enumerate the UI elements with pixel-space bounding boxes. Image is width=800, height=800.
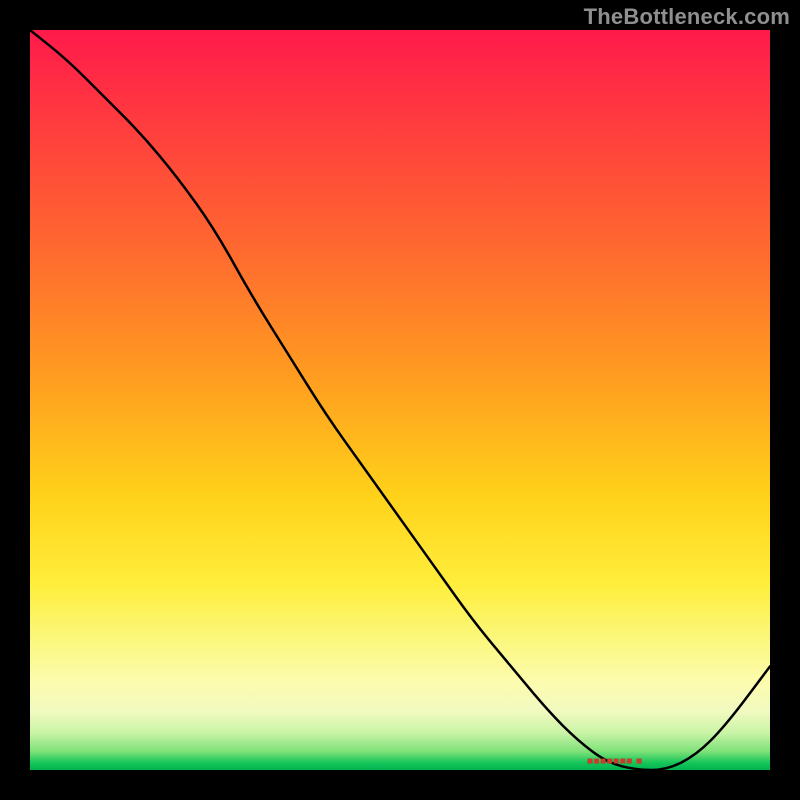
x-tick-label: ■■■■■■■ ■	[587, 756, 643, 767]
attribution-text: TheBottleneck.com	[584, 4, 790, 30]
chart-frame: TheBottleneck.com ■■■■■■■ ■	[0, 0, 800, 800]
plot-area: ■■■■■■■ ■	[30, 30, 770, 770]
line-layer	[30, 30, 770, 770]
bottleneck-curve	[30, 30, 770, 770]
